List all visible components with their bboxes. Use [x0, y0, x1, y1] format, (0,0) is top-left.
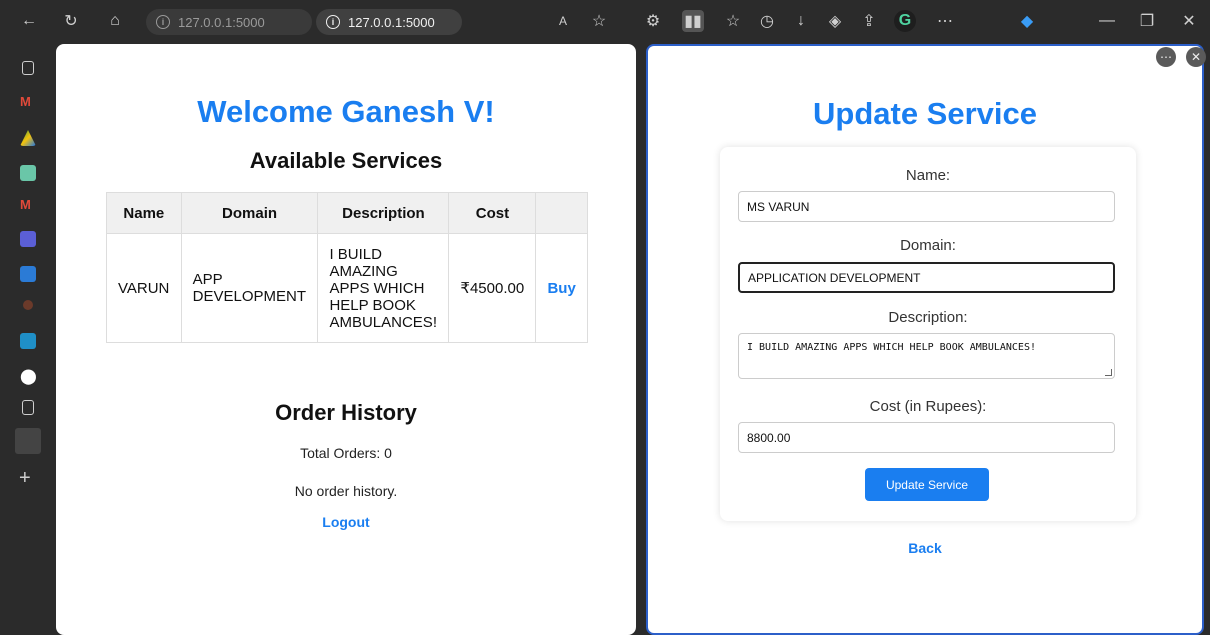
app-dot-icon[interactable] [23, 300, 33, 310]
back-link[interactable]: Back [648, 540, 1202, 556]
cost-input[interactable]: 8800.00 [738, 422, 1115, 453]
no-history-text: No order history. [294, 483, 398, 499]
column-header-cost: Cost [448, 192, 537, 234]
restore-icon[interactable]: ❐ [1136, 10, 1158, 32]
browser-sidebar: M M ⬤ + [0, 44, 56, 635]
resize-handle-icon[interactable] [1105, 369, 1112, 376]
name-input[interactable]: MS VARUN [738, 191, 1115, 222]
github-icon[interactable]: ⬤ [20, 367, 37, 385]
update-service-heading: Update Service [813, 96, 1037, 131]
column-header-description: Description [317, 192, 450, 234]
favorite-star-icon[interactable]: ☆ [588, 10, 610, 32]
total-orders-text: Total Orders: 0 [300, 445, 392, 461]
site-info-icon: i [326, 15, 340, 29]
browser-essentials-icon[interactable]: ◈ [824, 10, 846, 32]
update-form-card: Name: MS VARUN Domain: APPLICATION DEVEL… [720, 147, 1136, 521]
address-bar-left[interactable]: i 127.0.0.1:5000 [146, 9, 312, 35]
extensions-icon[interactable]: ⚙ [642, 10, 664, 32]
refresh-icon[interactable]: ↻ [60, 10, 82, 32]
split-screen-icon[interactable]: ▮▮ [682, 10, 704, 32]
tab-actions-icon[interactable] [22, 61, 34, 75]
domain-label: Domain: [900, 237, 956, 254]
services-heading: Available Services [249, 148, 443, 173]
welcome-heading: Welcome Ganesh V! [197, 94, 495, 129]
table-row: VARUN APP DEVELOPMENT I BUILD AMAZING AP… [106, 233, 588, 343]
gmail-icon[interactable]: M [20, 94, 36, 110]
page-icon[interactable] [22, 400, 34, 415]
page-icon-active[interactable] [15, 428, 41, 454]
drive-icon[interactable] [20, 130, 36, 146]
read-aloud-icon[interactable]: A [552, 10, 574, 32]
home-icon[interactable]: ⌂ [104, 10, 126, 32]
close-window-icon[interactable]: ✕ [1178, 10, 1200, 32]
column-header-domain: Domain [180, 192, 319, 234]
cell-domain: APP DEVELOPMENT [180, 233, 319, 343]
cell-action: Buy [535, 233, 588, 343]
pane-more-icon[interactable]: ⋯ [1156, 47, 1176, 67]
cell-description: I BUILD AMAZING APPS WHICH HELP BOOK AMB… [317, 233, 450, 343]
back-arrow-icon[interactable]: ← [18, 10, 40, 32]
outlook-icon[interactable] [20, 266, 36, 282]
description-text: I BUILD AMAZING APPS WHICH HELP BOOK AMB… [747, 342, 1036, 353]
description-label: Description: [888, 309, 968, 326]
site-info-icon: i [156, 15, 170, 29]
minimize-icon[interactable]: — [1096, 10, 1118, 32]
more-menu-icon[interactable]: ⋯ [934, 10, 956, 32]
address-text-right: 127.0.0.1:5000 [348, 14, 435, 30]
cost-label: Cost (in Rupees): [869, 398, 987, 415]
buy-link[interactable]: Buy [547, 280, 575, 297]
add-icon[interactable]: + [19, 467, 35, 489]
address-text-left: 127.0.0.1:5000 [178, 14, 265, 30]
services-table: Name Domain Description Cost VARUN APP D… [106, 192, 588, 343]
logout-link[interactable]: Logout [56, 514, 636, 530]
history-icon[interactable]: ◷ [756, 10, 778, 32]
right-page: Update Service Name: MS VARUN Domain: AP… [646, 44, 1204, 635]
forms-icon[interactable] [20, 231, 36, 247]
domain-input[interactable]: APPLICATION DEVELOPMENT [738, 262, 1115, 293]
pane-close-icon[interactable]: ✕ [1186, 47, 1206, 67]
cell-cost: ₹4500.00 [448, 233, 537, 343]
address-bar-right[interactable]: i 127.0.0.1:5000 [316, 9, 462, 35]
copilot-icon[interactable]: ◆ [1016, 10, 1038, 32]
browser-toolbar: ← ↻ ⌂ i 127.0.0.1:5000 i 127.0.0.1:5000 … [0, 0, 1210, 44]
grammar-extension-icon[interactable]: G [894, 10, 916, 32]
chatgpt-icon[interactable] [20, 165, 36, 181]
order-history-heading: Order History [275, 400, 417, 425]
cell-name: VARUN [106, 233, 182, 343]
gmail-icon-2[interactable]: M [20, 197, 36, 213]
update-service-button[interactable]: Update Service [865, 468, 989, 501]
share-icon[interactable]: ⇪ [858, 10, 880, 32]
description-textarea[interactable]: I BUILD AMAZING APPS WHICH HELP BOOK AMB… [738, 333, 1115, 379]
column-header-action [535, 192, 588, 234]
name-label: Name: [905, 167, 951, 184]
app-icon[interactable] [20, 333, 36, 349]
left-page: Welcome Ganesh V! Available Services Nam… [56, 44, 636, 635]
column-header-name: Name [106, 192, 182, 234]
download-icon[interactable]: ↓ [790, 10, 812, 32]
favorites-icon[interactable]: ☆ [722, 10, 744, 32]
